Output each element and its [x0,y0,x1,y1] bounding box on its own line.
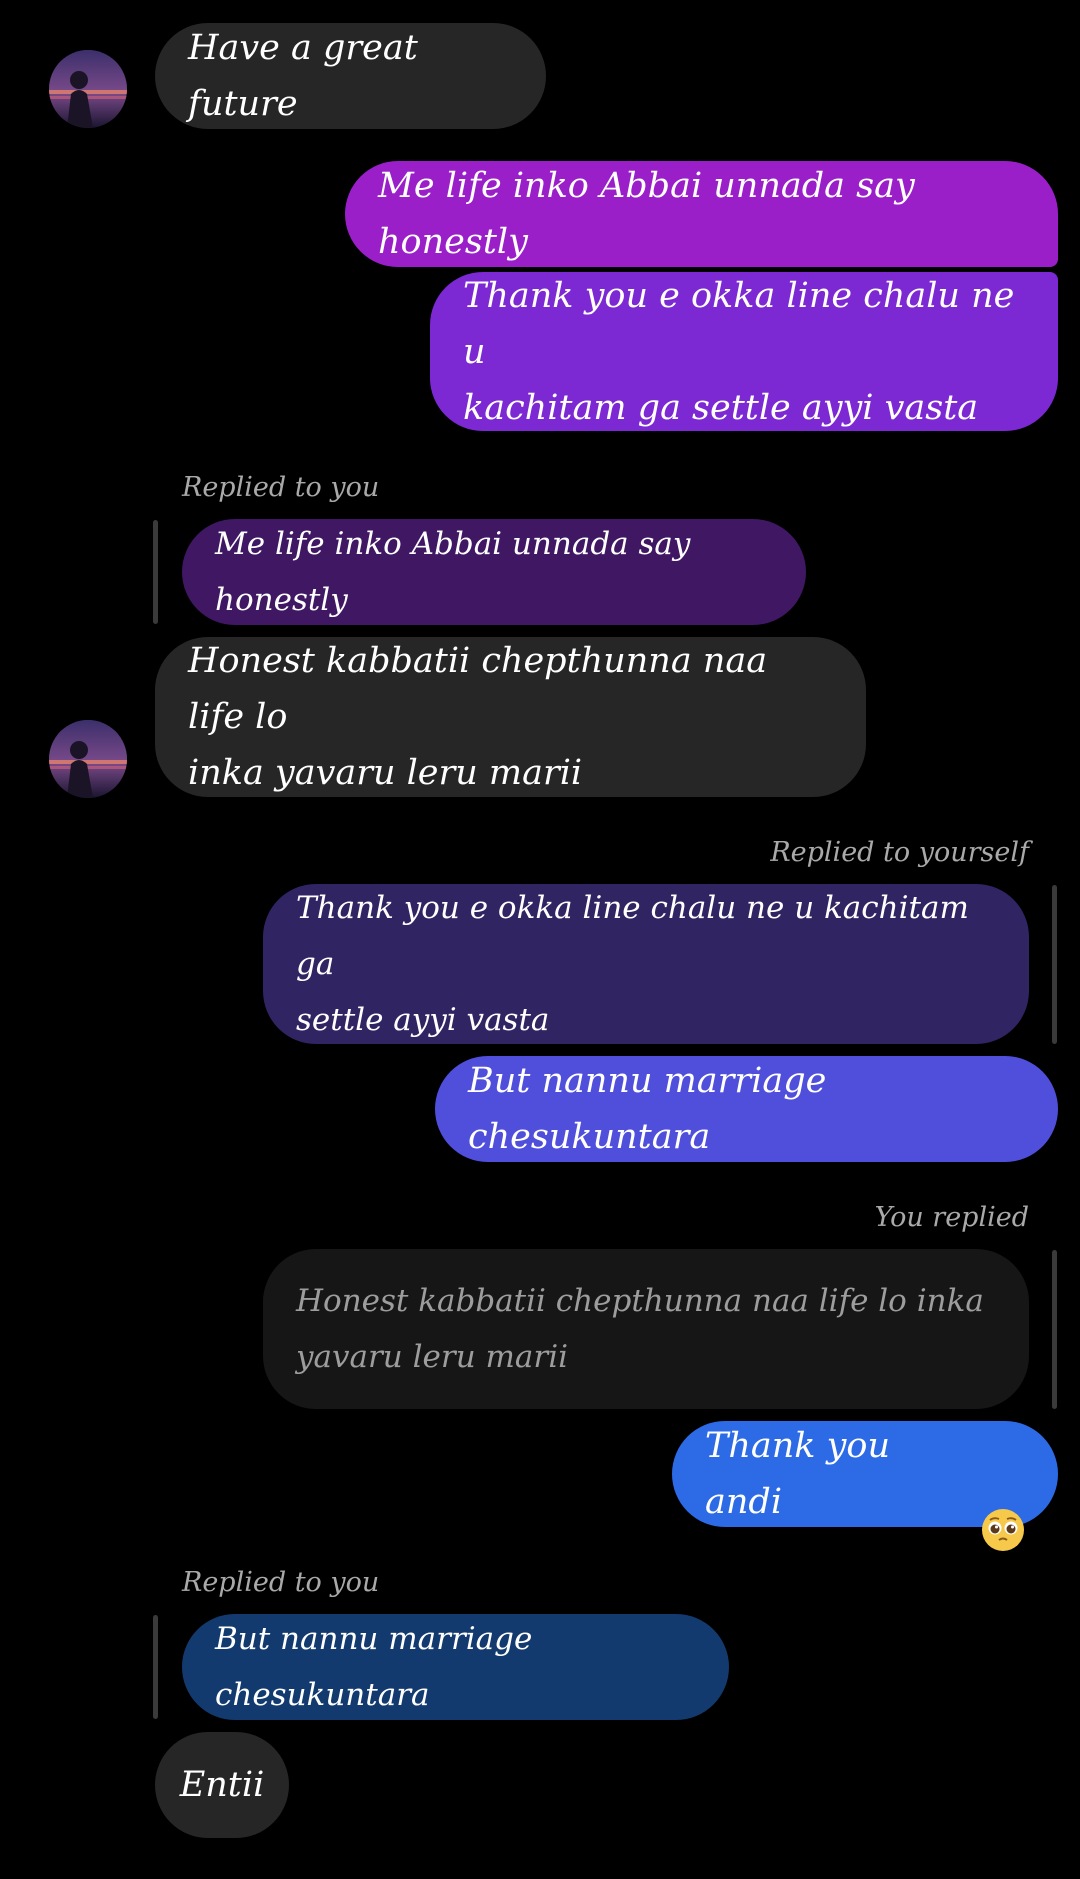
contact-avatar[interactable] [49,720,127,798]
quoted-message-bubble[interactable]: Me life inko Abbai unnada say honestly [182,519,806,625]
incoming-message-bubble[interactable]: Honest kabbatii chepthunna naa life lo i… [155,637,866,797]
outgoing-message-bubble[interactable]: But nannu marriage chesukuntara [435,1056,1058,1162]
message-text: Have a great future [188,28,418,124]
quoted-text: Honest kabbatii chepthunna naa life lo i… [296,1283,984,1375]
quoted-text: But nannu marriage chesukuntara [215,1621,533,1713]
quoted-message-bubble[interactable]: Honest kabbatii chepthunna naa life lo i… [263,1249,1029,1409]
outgoing-message-bubble[interactable]: Thank you e okka line chalu ne u kachita… [430,272,1058,431]
reply-indicator-bar [1052,885,1057,1044]
reply-indicator-bar [1052,1250,1057,1409]
quoted-message-bubble[interactable]: Thank you e okka line chalu ne u kachita… [263,884,1029,1044]
message-text: Thank you andi [705,1426,891,1522]
pleading-face-emoji-icon [981,1452,1025,1551]
message-text: But nannu marriage chesukuntara [468,1061,827,1157]
message-text: Thank you e okka line chalu ne u kachita… [463,275,1015,428]
quoted-text: Me life inko Abbai unnada say honestly [215,526,691,618]
reply-indicator-bar [153,520,158,624]
message-text: Me life inko Abbai unnada say honestly [378,166,915,262]
contact-avatar[interactable] [49,50,127,128]
reply-context-label: Replied to yourself [770,837,1029,868]
reply-context-label: You replied [874,1202,1029,1233]
reply-context-label: Replied to you [182,472,380,503]
outgoing-message-bubble[interactable]: Me life inko Abbai unnada say honestly [345,161,1058,267]
incoming-message-bubble[interactable]: Have a great future [155,23,546,129]
outgoing-message-bubble[interactable]: Thank you andi [672,1421,1058,1551]
message-text: Honest kabbatii chepthunna naa life lo i… [188,641,768,793]
message-text: Entii [179,1765,265,1805]
reply-context-label: Replied to you [182,1567,380,1598]
quoted-text: Thank you e okka line chalu ne u kachita… [296,890,969,1038]
reply-indicator-bar [153,1615,158,1719]
quoted-message-bubble[interactable]: But nannu marriage chesukuntara [182,1614,729,1720]
incoming-message-bubble[interactable]: Entii [155,1732,289,1838]
